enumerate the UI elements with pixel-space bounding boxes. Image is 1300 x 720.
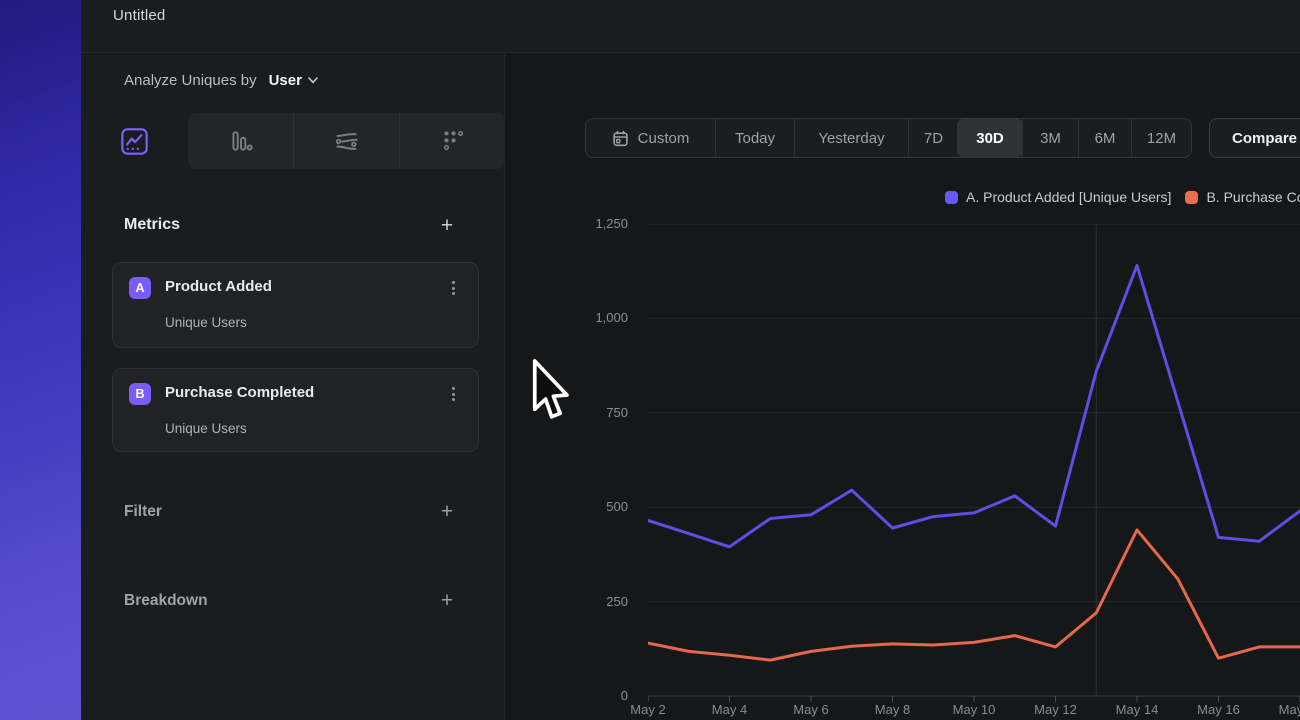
chevron-down-icon	[308, 77, 318, 84]
tab-flows[interactable]	[293, 113, 399, 169]
tab-line-chart[interactable]	[81, 113, 188, 169]
range-label: Custom	[638, 130, 690, 147]
x-tick-label: May 4	[712, 702, 747, 717]
metric-subtitle[interactable]: Unique Users	[165, 315, 247, 330]
y-tick-label: 1,000	[568, 310, 628, 325]
analyze-by-label: Analyze Uniques by	[124, 72, 257, 89]
range-label: Yesterday	[818, 130, 884, 147]
add-breakdown-button[interactable]: +	[437, 591, 457, 611]
y-tick-label: 750	[568, 405, 628, 420]
query-sidebar: Analyze Uniques by User	[81, 54, 505, 720]
metric-title: Purchase Completed	[165, 384, 314, 401]
legend-swatch-a	[945, 191, 958, 204]
add-filter-button[interactable]: +	[437, 502, 457, 522]
range-today[interactable]: Today	[715, 119, 794, 157]
background-gradient	[0, 0, 81, 720]
y-tick-label: 250	[568, 594, 628, 609]
range-label: 3M	[1040, 130, 1061, 147]
range-3m[interactable]: 3M	[1022, 119, 1078, 157]
x-tick-label: May 2	[630, 702, 665, 717]
legend-item-b[interactable]: B. Purchase Completed [Unique Users]	[1185, 189, 1300, 205]
metric-badge-a: A	[129, 277, 151, 299]
breakdown-header: Breakdown	[124, 592, 208, 610]
range-6m[interactable]: 6M	[1078, 119, 1131, 157]
range-12m[interactable]: 12M	[1131, 119, 1191, 157]
chart-type-tabs	[81, 113, 505, 169]
chart-type-tabstrip	[188, 113, 505, 169]
report-title[interactable]: Untitled	[113, 7, 165, 24]
analyze-by-row: Analyze Uniques by User	[124, 72, 318, 89]
screen: Untitled Analyze Uniques by User	[0, 0, 1300, 720]
metric-options-icon[interactable]	[444, 383, 462, 405]
range-label: 6M	[1095, 130, 1116, 147]
x-tick-label: May 16	[1197, 702, 1240, 717]
calendar-icon	[612, 130, 629, 147]
range-label: 30D	[976, 130, 1004, 147]
chart-plot[interactable]	[648, 224, 1300, 704]
y-tick-label: 500	[568, 499, 628, 514]
range-7d[interactable]: 7D	[908, 119, 958, 157]
metric-options-icon[interactable]	[444, 277, 462, 299]
analyze-by-selector[interactable]: User	[269, 72, 318, 89]
metric-subtitle[interactable]: Unique Users	[165, 421, 247, 436]
bar-chart-icon	[228, 128, 254, 154]
range-label: Today	[735, 130, 775, 147]
x-tick-label: May 14	[1116, 702, 1159, 717]
chart-panel: Custom Today Yesterday 7D 30D 3M 6M 12M …	[506, 54, 1300, 720]
range-custom[interactable]: Custom	[586, 119, 715, 157]
range-yesterday[interactable]: Yesterday	[794, 119, 908, 157]
x-tick-label: May 6	[793, 702, 828, 717]
chart-legend: A. Product Added [Unique Users] B. Purch…	[945, 189, 1300, 205]
range-label: 12M	[1147, 130, 1176, 147]
y-tick-label: 1,250	[568, 216, 628, 231]
date-range-selector: Custom Today Yesterday 7D 30D 3M 6M 12M	[585, 118, 1192, 158]
metric-card-b[interactable]: B Purchase Completed Unique Users	[112, 368, 479, 452]
flows-icon	[333, 128, 360, 155]
metric-card-a[interactable]: A Product Added Unique Users	[112, 262, 479, 348]
legend-label: B. Purchase Completed [Unique Users]	[1206, 189, 1300, 205]
filter-header: Filter	[124, 503, 162, 521]
x-tick-label: May 18	[1279, 702, 1300, 717]
grid-dots-icon	[440, 128, 466, 154]
app-window: Untitled Analyze Uniques by User	[81, 0, 1300, 720]
top-bar: Untitled	[81, 0, 1300, 53]
compare-button[interactable]: Compare	[1209, 118, 1300, 158]
metrics-header: Metrics	[124, 216, 180, 234]
x-tick-label: May 8	[875, 702, 910, 717]
tab-grid[interactable]	[399, 113, 505, 169]
legend-item-a[interactable]: A. Product Added [Unique Users]	[945, 189, 1171, 205]
metric-title: Product Added	[165, 278, 272, 295]
legend-swatch-b	[1185, 191, 1198, 204]
line-chart-icon	[121, 128, 148, 155]
range-label: 7D	[924, 130, 943, 147]
tab-bar-chart[interactable]	[188, 113, 293, 169]
analyze-by-value: User	[269, 72, 302, 89]
add-metric-button[interactable]: +	[437, 216, 457, 236]
x-tick-label: May 10	[953, 702, 996, 717]
y-tick-label: 0	[568, 688, 628, 703]
range-30d[interactable]: 30D	[957, 119, 1023, 157]
metric-badge-b: B	[129, 383, 151, 405]
line-chart	[648, 224, 1300, 704]
legend-label: A. Product Added [Unique Users]	[966, 189, 1171, 205]
x-tick-label: May 12	[1034, 702, 1077, 717]
